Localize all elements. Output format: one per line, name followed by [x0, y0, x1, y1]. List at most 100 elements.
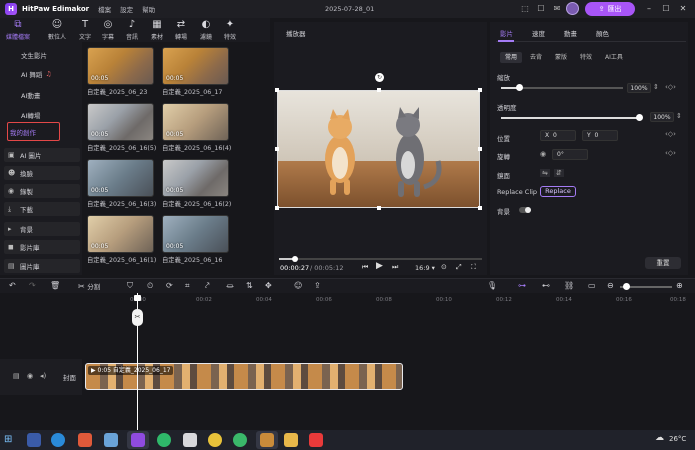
scale-knob[interactable] [516, 84, 524, 91]
close-icon[interactable]: ✕ [677, 3, 689, 15]
split-marker-icon[interactable]: ✂ [132, 309, 143, 326]
flip-vertical-icon[interactable]: ⇵ [554, 169, 564, 177]
windows-start-icon[interactable]: ⊞ [4, 434, 12, 445]
background-toggle[interactable] [519, 207, 531, 213]
media-thumb[interactable]: 00:05 [87, 215, 154, 253]
scale-spin-icon[interactable]: ⇕ [653, 83, 659, 91]
edge-icon[interactable] [51, 433, 65, 447]
subtab-mask[interactable]: 蒙版 [550, 52, 572, 63]
tab-video[interactable]: 影片 [500, 28, 513, 38]
magnet-icon[interactable]: ⊶ [518, 281, 526, 290]
track-visible-icon[interactable]: ◉ [27, 372, 33, 380]
redo-icon[interactable]: ↷ [29, 281, 36, 290]
zoom-out-icon[interactable]: ⊖ [607, 281, 614, 290]
video-clip[interactable]: ▶ 0:05 自定義_2025_06_17 [85, 363, 403, 390]
zoom-in-icon[interactable]: ⊕ [676, 281, 683, 290]
scale-slider[interactable] [501, 84, 623, 91]
export-frame-icon[interactable]: ⇪ [314, 281, 321, 290]
media-thumb[interactable]: 00:05 [162, 103, 229, 141]
next-frame-icon[interactable]: ⏭ [392, 263, 398, 272]
resize-handle[interactable] [377, 88, 381, 92]
nav-ai-dance[interactable]: AI 舞蹈 ♫ [4, 67, 80, 81]
menu-file[interactable]: 檔案 [98, 4, 111, 14]
edimakor-icon[interactable] [131, 433, 145, 447]
position-keyframe-icon[interactable]: ‹◇› [665, 130, 676, 138]
crop-icon[interactable]: ⌗ [185, 281, 190, 291]
tab-audio[interactable]: ♪ 音訊 [118, 19, 146, 41]
reset-button[interactable]: 重置 [645, 257, 681, 269]
x-field[interactable]: X 0 [540, 130, 576, 141]
opacity-knob[interactable] [636, 114, 643, 121]
app-tool-icon[interactable] [260, 433, 274, 447]
resize-handle[interactable] [275, 147, 279, 151]
face-detect-icon[interactable]: ☺ [294, 281, 302, 290]
app-red-icon[interactable] [78, 433, 92, 447]
split-button[interactable]: ✂ 分割 [78, 281, 100, 291]
flip-icon[interactable]: ⇅ [246, 281, 253, 290]
subtab-remove-bg[interactable]: 去背 [525, 52, 547, 63]
tab-transition[interactable]: ⇄ 轉場 [167, 19, 195, 41]
track-icon[interactable]: ⊷ [542, 281, 550, 290]
track-lock-icon[interactable]: ▤ [13, 372, 20, 380]
track-audio-icon[interactable]: ◂) [40, 372, 46, 380]
nav-ai-image[interactable]: ▣ AI 圖片 [4, 148, 80, 162]
user-avatar[interactable] [566, 2, 579, 15]
y-field[interactable]: Y 0 [582, 130, 618, 141]
prev-frame-icon[interactable]: ⏮ [362, 263, 368, 272]
media-thumb[interactable]: 00:05 [87, 47, 154, 85]
snapshot-icon[interactable]: ⊙ [441, 263, 447, 271]
move-icon[interactable]: ✥ [265, 281, 272, 290]
feedback-icon[interactable]: ☐ [535, 3, 547, 15]
subtab-effects[interactable]: 特效 [575, 52, 597, 63]
nav-image-library[interactable]: ▤ 圖片庫 [4, 259, 80, 273]
resize-handle[interactable] [275, 206, 279, 210]
rotate-keyframe-icon[interactable]: ‹◇› [665, 149, 676, 157]
media-thumb[interactable]: 00:05 [162, 215, 229, 253]
aspect-ratio-select[interactable]: 16:9 ▾ [415, 264, 435, 272]
nav-background[interactable]: ▸ 背景 [4, 222, 80, 236]
rotate-dial-icon[interactable]: ◉ [540, 150, 546, 158]
tab-color[interactable]: 顏色 [596, 28, 609, 38]
menu-help[interactable]: 幫助 [142, 4, 155, 14]
microphone-icon[interactable]: 🎙︎ [487, 281, 497, 290]
undo-icon[interactable]: ↶ [9, 281, 16, 290]
nav-download[interactable]: ⤓ 下載 [4, 202, 80, 216]
scale-value[interactable]: 100% [627, 83, 651, 93]
media-thumb[interactable]: 00:05 [87, 159, 154, 197]
nav-text-to-video[interactable]: 文生影片 [4, 48, 80, 62]
rotate-icon[interactable]: ⟳ [166, 281, 173, 290]
nav-ai-animation[interactable]: AI動畫 [4, 88, 80, 102]
resize-handle[interactable] [275, 88, 279, 92]
subtab-ai-tools[interactable]: AI工具 [600, 52, 628, 63]
opacity-spin-icon[interactable]: ⇕ [676, 112, 682, 120]
opacity-slider[interactable] [501, 114, 643, 121]
fit-timeline-icon[interactable]: ▭ [588, 281, 596, 290]
keyframe-icon[interactable]: ‹◇› [665, 83, 676, 91]
speed-icon[interactable]: ⏲ [147, 281, 153, 291]
nav-record[interactable]: ◉ 錄製 [4, 184, 80, 198]
tab-animation[interactable]: 動畫 [564, 28, 577, 38]
rotate-handle-icon[interactable]: ↻ [375, 73, 384, 82]
fade-icon[interactable]: ⤤ [205, 281, 210, 291]
tab-effects[interactable]: ✦ 特效 [216, 19, 244, 41]
resize-handle[interactable] [377, 206, 381, 210]
zoom-knob[interactable] [623, 283, 630, 290]
app-blue-icon[interactable] [104, 433, 118, 447]
chrome-icon[interactable] [208, 433, 222, 447]
mirror-icon[interactable]: ⏛ [226, 281, 234, 292]
layout-icon[interactable]: ⬚ [519, 3, 531, 15]
nav-face-swap[interactable]: ☻ 換臉 [4, 166, 80, 180]
link-icon[interactable]: ⛓︎ [564, 281, 574, 290]
rotate-field[interactable]: 0° [552, 149, 588, 160]
chrome-green-icon[interactable] [157, 433, 171, 447]
maximize-icon[interactable]: ☐ [660, 3, 672, 15]
tab-media[interactable]: ⧉ 媒體檔案 [4, 19, 32, 41]
nav-video-library[interactable]: ◼ 影片庫 [4, 240, 80, 254]
resize-handle[interactable] [478, 147, 482, 151]
media-thumb[interactable]: 00:05 [87, 103, 154, 141]
flip-horizontal-icon[interactable]: ⇋ [540, 169, 550, 177]
subtab-common[interactable]: 常用 [500, 52, 523, 63]
video-canvas[interactable] [277, 90, 480, 208]
fit-icon[interactable]: ⤢ [456, 263, 462, 272]
app-taskview-icon[interactable] [27, 433, 41, 447]
